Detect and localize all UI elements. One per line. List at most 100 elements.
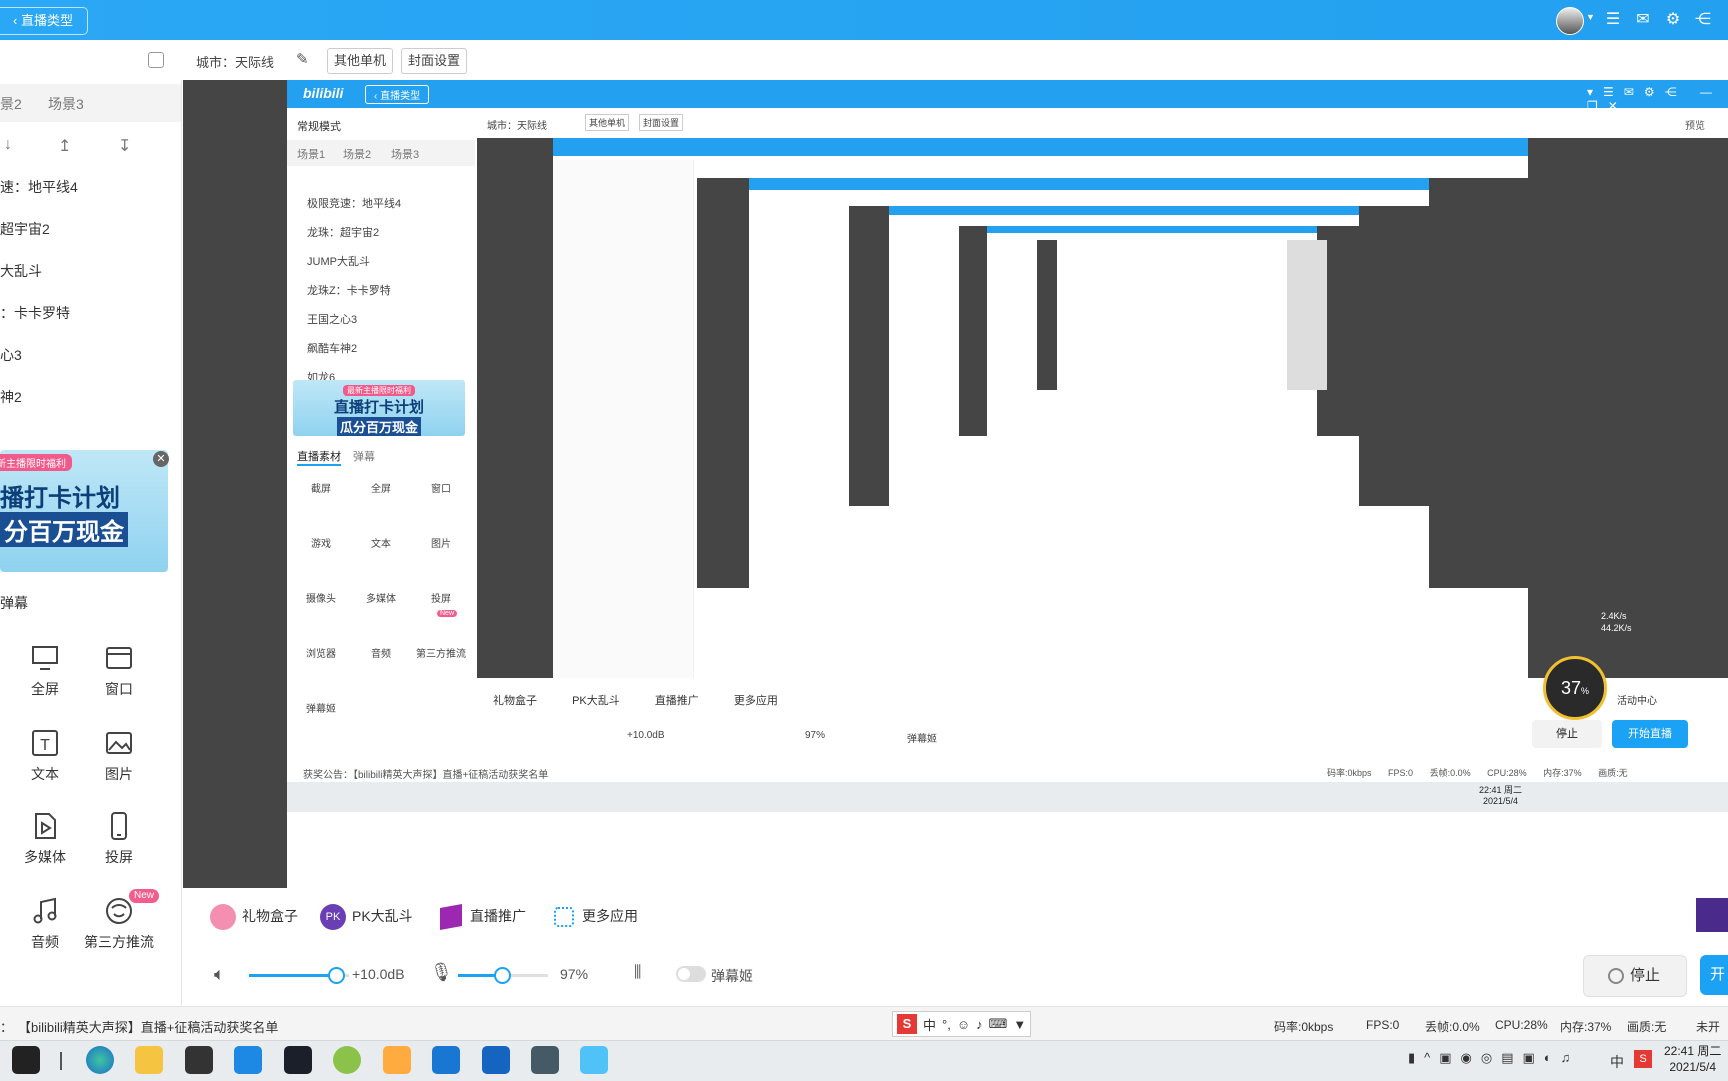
stop-button[interactable]: 停止 (1583, 955, 1687, 997)
preview-scene-2[interactable]: 场景2 (343, 146, 371, 162)
preview-activity-center[interactable]: 活动中心 (1617, 692, 1657, 707)
preview-grid-item[interactable]: 全屏 (351, 480, 411, 495)
scene-tab-2[interactable]: 景2 (0, 94, 22, 114)
bilibili-live-icon[interactable] (580, 1046, 608, 1074)
close-icon[interactable]: ✕ (153, 451, 169, 467)
preview-grid-item[interactable]: 摄像头 (291, 590, 351, 605)
source-item[interactable]: 大乱斗 (0, 261, 42, 281)
volume-slider[interactable] (249, 967, 349, 984)
preview-banner[interactable]: 最新主播限时福利 直播打卡计划 瓜分百万现金 (293, 380, 465, 436)
preview-scene-1[interactable]: 场景1 (297, 146, 325, 162)
preview-cover-settings[interactable]: 封面设置 (639, 114, 684, 131)
gear-icon[interactable]: ⚙ (1663, 10, 1683, 30)
chevron-down-icon[interactable]: ▼ (1586, 12, 1595, 22)
app-icon-8[interactable] (531, 1046, 559, 1074)
preview-stop-button[interactable]: 停止 (1532, 720, 1602, 748)
back-button[interactable]: ‹ 直播类型 (0, 7, 88, 35)
mic-icon[interactable]: 🎙︎ (430, 962, 453, 983)
activity-logo[interactable] (1696, 898, 1728, 932)
source-item[interactable]: 心3 (0, 345, 22, 365)
grid-third-party[interactable]: 第三方推流 (74, 896, 164, 952)
preview-grid-item[interactable]: 窗口 (411, 480, 471, 495)
promote-button[interactable]: 直播推广 (440, 896, 526, 936)
preview-grid-item[interactable]: 弹幕姬 (291, 700, 351, 715)
preview-source-item[interactable]: 王国之心3 (307, 306, 401, 335)
preview-scene-3[interactable]: 场景3 (391, 146, 419, 162)
source-item[interactable]: 神2 (0, 387, 22, 407)
preview-grid-item[interactable]: 图片 (411, 535, 471, 550)
more-apps-button[interactable]: 更多应用 (554, 896, 638, 936)
preview-grid-item[interactable]: 投屏 (411, 590, 471, 605)
grid-window[interactable]: 窗口 (74, 643, 164, 699)
speaker-icon[interactable]: 🔈︎ (214, 964, 225, 985)
move-bottom-icon[interactable]: ↧ (118, 136, 131, 156)
preview-gift-box[interactable]: 礼物盒子 (493, 695, 537, 707)
preview-grid-item[interactable]: 第三方推流 (411, 645, 471, 660)
ime-toolbar[interactable]: S 中 °, ☺ ♪ ⌨ ▼ (892, 1011, 1032, 1037)
mail-icon[interactable]: ✉ (1633, 10, 1653, 30)
app-icon-1[interactable] (12, 1046, 40, 1074)
volume-handle[interactable] (328, 967, 345, 984)
preview-toggle-label[interactable]: 预览 (1685, 117, 1705, 132)
pk-button[interactable]: PK PK大乱斗 (320, 896, 413, 936)
grid-image[interactable]: 图片 (74, 728, 164, 784)
app-icon-5[interactable] (383, 1046, 411, 1074)
app-icon-3[interactable] (284, 1046, 312, 1074)
ime-punct: °, (942, 1016, 951, 1032)
preview-other-single[interactable]: 其他单机 (585, 114, 630, 131)
cover-settings-button[interactable]: 封面设置 (401, 48, 468, 74)
mic-slider[interactable] (458, 967, 548, 984)
app-icon-4[interactable] (333, 1046, 361, 1074)
preview-danmu-ji[interactable]: 弹幕姬 (907, 730, 937, 745)
clock[interactable]: 22:41 周二 2021/5/4 (1664, 1043, 1721, 1075)
grid-cast[interactable]: 投屏 (74, 811, 164, 867)
preview-grid-item[interactable]: 文本 (351, 535, 411, 550)
preview-promote[interactable]: 直播推广 (655, 695, 699, 707)
edge-icon[interactable] (86, 1046, 114, 1074)
source-item[interactable]: 速：地平线4 (0, 177, 78, 197)
scene-tab-3[interactable]: 场景3 (48, 94, 84, 114)
move-top-icon[interactable]: ↥ (58, 136, 71, 156)
tray-sogou-icon[interactable]: S (1634, 1050, 1652, 1068)
preview-more-apps[interactable]: 更多应用 (734, 695, 778, 707)
store-icon[interactable] (185, 1046, 213, 1074)
gift-box-button[interactable]: 礼物盒子 (210, 896, 298, 936)
tray-ime[interactable]: 中 (1610, 1052, 1624, 1072)
app-icon-7[interactable] (482, 1046, 510, 1074)
preview-source-item[interactable]: 龙珠Z：卡卡罗特 (307, 277, 401, 306)
source-item[interactable]: 超宇宙2 (0, 219, 50, 239)
preview-grid-item[interactable]: 音频 (351, 645, 411, 660)
preview-tab-material[interactable]: 直播素材 (297, 448, 341, 466)
preview-source-item[interactable]: 飙酷车神2 (307, 335, 401, 364)
app-icon-2[interactable] (234, 1046, 262, 1074)
start-live-button[interactable]: 开 (1700, 955, 1728, 995)
preview-source-item[interactable]: 极限竞速：地平线4 (307, 190, 401, 219)
menu-icon[interactable]: ☰ (1603, 10, 1623, 30)
preview-pk[interactable]: PK大乱斗 (572, 695, 620, 707)
preview-tab-danmu[interactable]: 弹幕 (353, 448, 375, 464)
preview-date: 2021/5/4 (1482, 796, 1519, 806)
notice-text[interactable]: 【bilibili精英大声探】直播+征稿活动获奖名单 (18, 1017, 278, 1036)
preview-source-item[interactable]: JUMP大乱斗 (307, 248, 401, 277)
danmu-ji-toggle[interactable] (676, 966, 706, 982)
source-item[interactable]: ：卡卡罗特 (0, 303, 70, 323)
preview-grid-item[interactable]: 截屏 (291, 480, 351, 495)
preview-back-button[interactable]: ‹ 直播类型 (365, 85, 430, 104)
preview-grid-item[interactable]: 浏览器 (291, 645, 351, 660)
edit-icon[interactable]: ✎ (296, 50, 309, 68)
tab-danmu[interactable]: 弹幕 (0, 593, 28, 613)
app-icon-6[interactable] (432, 1046, 460, 1074)
preview-source-item[interactable]: 龙珠：超宇宙2 (307, 219, 401, 248)
preview-start-button[interactable]: 开始直播 (1612, 720, 1688, 748)
share-icon[interactable]: ⋲ (1693, 10, 1713, 30)
lock-icon[interactable] (148, 52, 164, 68)
other-single-button[interactable]: 其他单机 (327, 48, 394, 74)
folder-icon[interactable] (135, 1046, 163, 1074)
preview-grid-item[interactable]: 游戏 (291, 535, 351, 550)
avatar[interactable] (1556, 7, 1584, 35)
promo-banner[interactable]: 最新主播限时福利 播打卡计划 分百万现金 (0, 450, 168, 572)
preview-grid-item[interactable]: 多媒体 (351, 590, 411, 605)
mic-handle[interactable] (494, 967, 511, 984)
mixer-icon[interactable]: ⫼ (634, 964, 641, 982)
move-down-icon[interactable]: ↓ (4, 136, 12, 154)
